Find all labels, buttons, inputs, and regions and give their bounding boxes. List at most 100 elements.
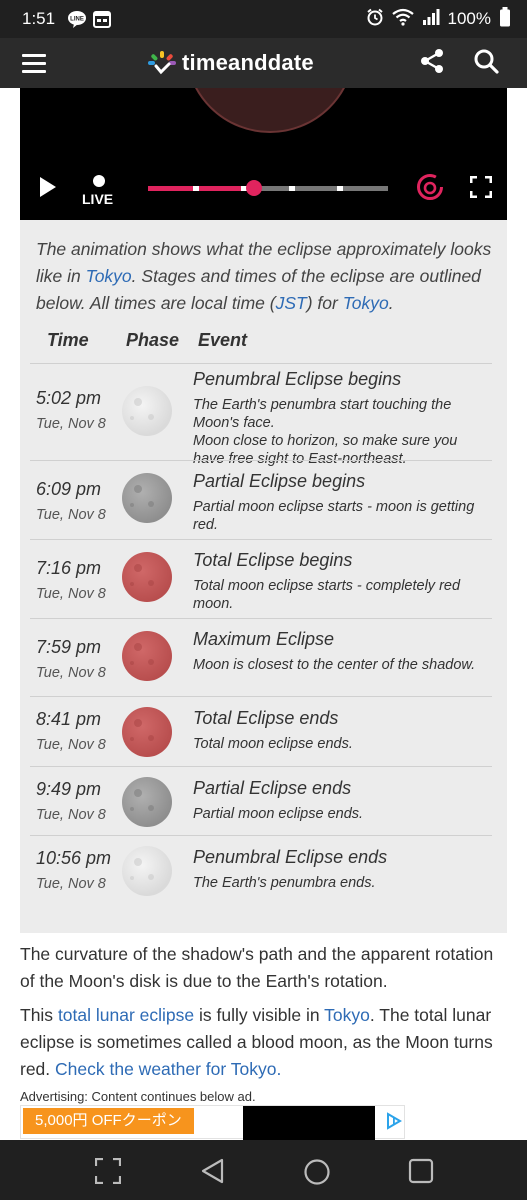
moon-crater xyxy=(130,582,134,586)
stage-date: Tue, Nov 8 xyxy=(36,737,106,753)
loop-icon[interactable] xyxy=(415,172,445,207)
line-badge-text: LINE xyxy=(70,17,84,23)
stage-event-description: Partial moon eclipse ends. xyxy=(193,805,483,823)
moon-crater xyxy=(130,503,134,507)
recents-icon[interactable] xyxy=(408,1158,434,1189)
para-part: is fully visible in xyxy=(194,1005,325,1025)
para-part: This xyxy=(20,1005,58,1025)
menu-button[interactable] xyxy=(22,39,70,87)
shadow-path-paragraph: The curvature of the shadow's path and t… xyxy=(20,944,494,991)
tokyo-link[interactable]: Tokyo xyxy=(86,266,132,286)
stage-date: Tue, Nov 8 xyxy=(36,876,106,892)
tokyo-link-2[interactable]: Tokyo xyxy=(343,293,389,313)
moon-crater xyxy=(148,414,154,420)
moon-crater xyxy=(148,874,154,880)
site-name: timeanddate xyxy=(182,50,314,75)
live-dot-icon xyxy=(93,175,105,187)
stage-event-title: Partial Eclipse begins xyxy=(193,471,366,491)
stage-event-description: The Earth's penumbra ends. xyxy=(193,874,483,892)
signal-icon xyxy=(422,8,440,30)
weather-link[interactable]: Check the weather for Tokyo. xyxy=(55,1059,281,1079)
moon-crater xyxy=(130,661,134,665)
logo-icon xyxy=(148,51,176,75)
moon-phase-icon xyxy=(122,386,172,436)
timeline-progress xyxy=(148,186,254,191)
stage-event-title: Penumbral Eclipse begins xyxy=(193,369,402,389)
eclipse-stages-table: 5:02 pm Tue, Nov 8 Penumbral Eclipse begin… xyxy=(30,363,492,905)
moon-crater xyxy=(148,735,154,741)
line-app-icon: LINE xyxy=(67,10,87,28)
battery-icon xyxy=(499,6,511,32)
moon-crater xyxy=(130,416,134,420)
stage-date: Tue, Nov 8 xyxy=(36,416,106,432)
stage-description-line: Total moon eclipse ends. xyxy=(193,736,353,752)
column-header-event: Event xyxy=(198,330,248,350)
stage-event-description: Partial moon eclipse starts - moon is ge… xyxy=(193,498,483,534)
moon-crater xyxy=(130,737,134,741)
fullscreen-icon[interactable] xyxy=(469,175,493,203)
stage-time: 7:59 pm xyxy=(36,637,102,657)
timeline-slider[interactable] xyxy=(148,180,388,196)
ad-image[interactable] xyxy=(243,1106,375,1140)
back-icon[interactable] xyxy=(200,1158,226,1189)
search-icon[interactable] xyxy=(473,48,499,79)
ad-info-icon[interactable] xyxy=(385,1112,403,1135)
home-icon[interactable] xyxy=(303,1158,331,1191)
wifi-icon xyxy=(391,8,414,31)
total-lunar-eclipse-link[interactable]: total lunar eclipse xyxy=(58,1005,194,1025)
site-logo[interactable]: timeanddate xyxy=(148,38,314,88)
stage-time: 5:02 pm xyxy=(36,388,102,408)
stage-date: Tue, Nov 8 xyxy=(36,586,106,602)
stage-event-description: Moon is closest to the center of the sha… xyxy=(193,656,483,674)
stage-event-description: The Earth's penumbra start touching the … xyxy=(193,396,483,468)
eclipse-stage-row: 8:41 pm Tue, Nov 8 Total Eclipse ends Total… xyxy=(30,696,492,766)
visibility-paragraph: This total lunar eclipse is fully visibl… xyxy=(20,1002,500,1083)
stage-description-line: Partial moon eclipse ends. xyxy=(193,806,364,822)
stage-time: 7:16 pm xyxy=(36,558,102,578)
stage-description-line: Partial moon eclipse starts - moon is ge… xyxy=(193,499,475,533)
moon-crater xyxy=(134,398,142,406)
ad-notice: Advertising: Content continues below ad. xyxy=(20,1089,256,1104)
moon-phase-icon xyxy=(122,777,172,827)
screenshot-frame-icon[interactable] xyxy=(94,1157,122,1189)
stage-event-title: Penumbral Eclipse ends xyxy=(193,847,388,867)
stage-description-line: The Earth's penumbra ends. xyxy=(193,875,376,891)
stage-event-title: Total Eclipse begins xyxy=(193,550,353,570)
moon-crater xyxy=(148,501,154,507)
moon-phase-icon xyxy=(122,552,172,602)
intro-part: . xyxy=(388,293,394,313)
moon-crater xyxy=(148,805,154,811)
ad-coupon-label[interactable]: 5,000円 OFFクーポン xyxy=(23,1108,194,1134)
moon-crater xyxy=(130,876,134,880)
intro-text: The animation shows what the eclipse app… xyxy=(36,236,496,317)
menu-icon-bar xyxy=(22,69,46,73)
moon-crater xyxy=(134,643,142,651)
jst-link[interactable]: JST xyxy=(276,293,307,313)
tokyo-link-3[interactable]: Tokyo xyxy=(324,1005,370,1025)
battery-percent: 100% xyxy=(447,9,491,28)
menu-icon-bar xyxy=(22,53,46,57)
stage-time: 8:41 pm xyxy=(36,709,102,729)
app-header: timeanddate xyxy=(0,38,527,88)
live-label[interactable]: LIVE xyxy=(82,191,113,207)
share-icon[interactable] xyxy=(419,48,445,79)
status-bar: 1:51 LINE 100% xyxy=(0,0,527,38)
stage-description-line: Moon is closest to the center of the sha… xyxy=(193,657,476,673)
stage-event-title: Partial Eclipse ends xyxy=(193,778,352,798)
play-icon[interactable] xyxy=(38,176,58,203)
eclipse-stages-panel: The animation shows what the eclipse app… xyxy=(20,220,507,933)
moon-crater xyxy=(134,858,142,866)
moon-phase-icon xyxy=(122,707,172,757)
eclipse-stage-row: 10:56 pm Tue, Nov 8 Penumbral Eclipse ends… xyxy=(30,835,492,905)
eclipse-animation-player[interactable]: LIVE xyxy=(20,88,507,220)
stage-event-title: Total Eclipse ends xyxy=(193,708,339,728)
stage-event: Partial Eclipse ends Partial moon eclipse… xyxy=(193,777,483,823)
ad-banner[interactable]: 5,000円 OFFクーポン xyxy=(20,1105,405,1140)
moon-phase-icon xyxy=(122,631,172,681)
stage-date: Tue, Nov 8 xyxy=(36,665,106,681)
stage-event-title: Maximum Eclipse xyxy=(193,629,335,649)
screen: 1:51 LINE 100% timeanddate LIVE The anim… xyxy=(0,0,527,1200)
timeline-handle[interactable] xyxy=(245,180,262,196)
column-header-time: Time xyxy=(47,330,89,350)
stage-description-line: The Earth's penumbra start touching the … xyxy=(193,397,452,431)
